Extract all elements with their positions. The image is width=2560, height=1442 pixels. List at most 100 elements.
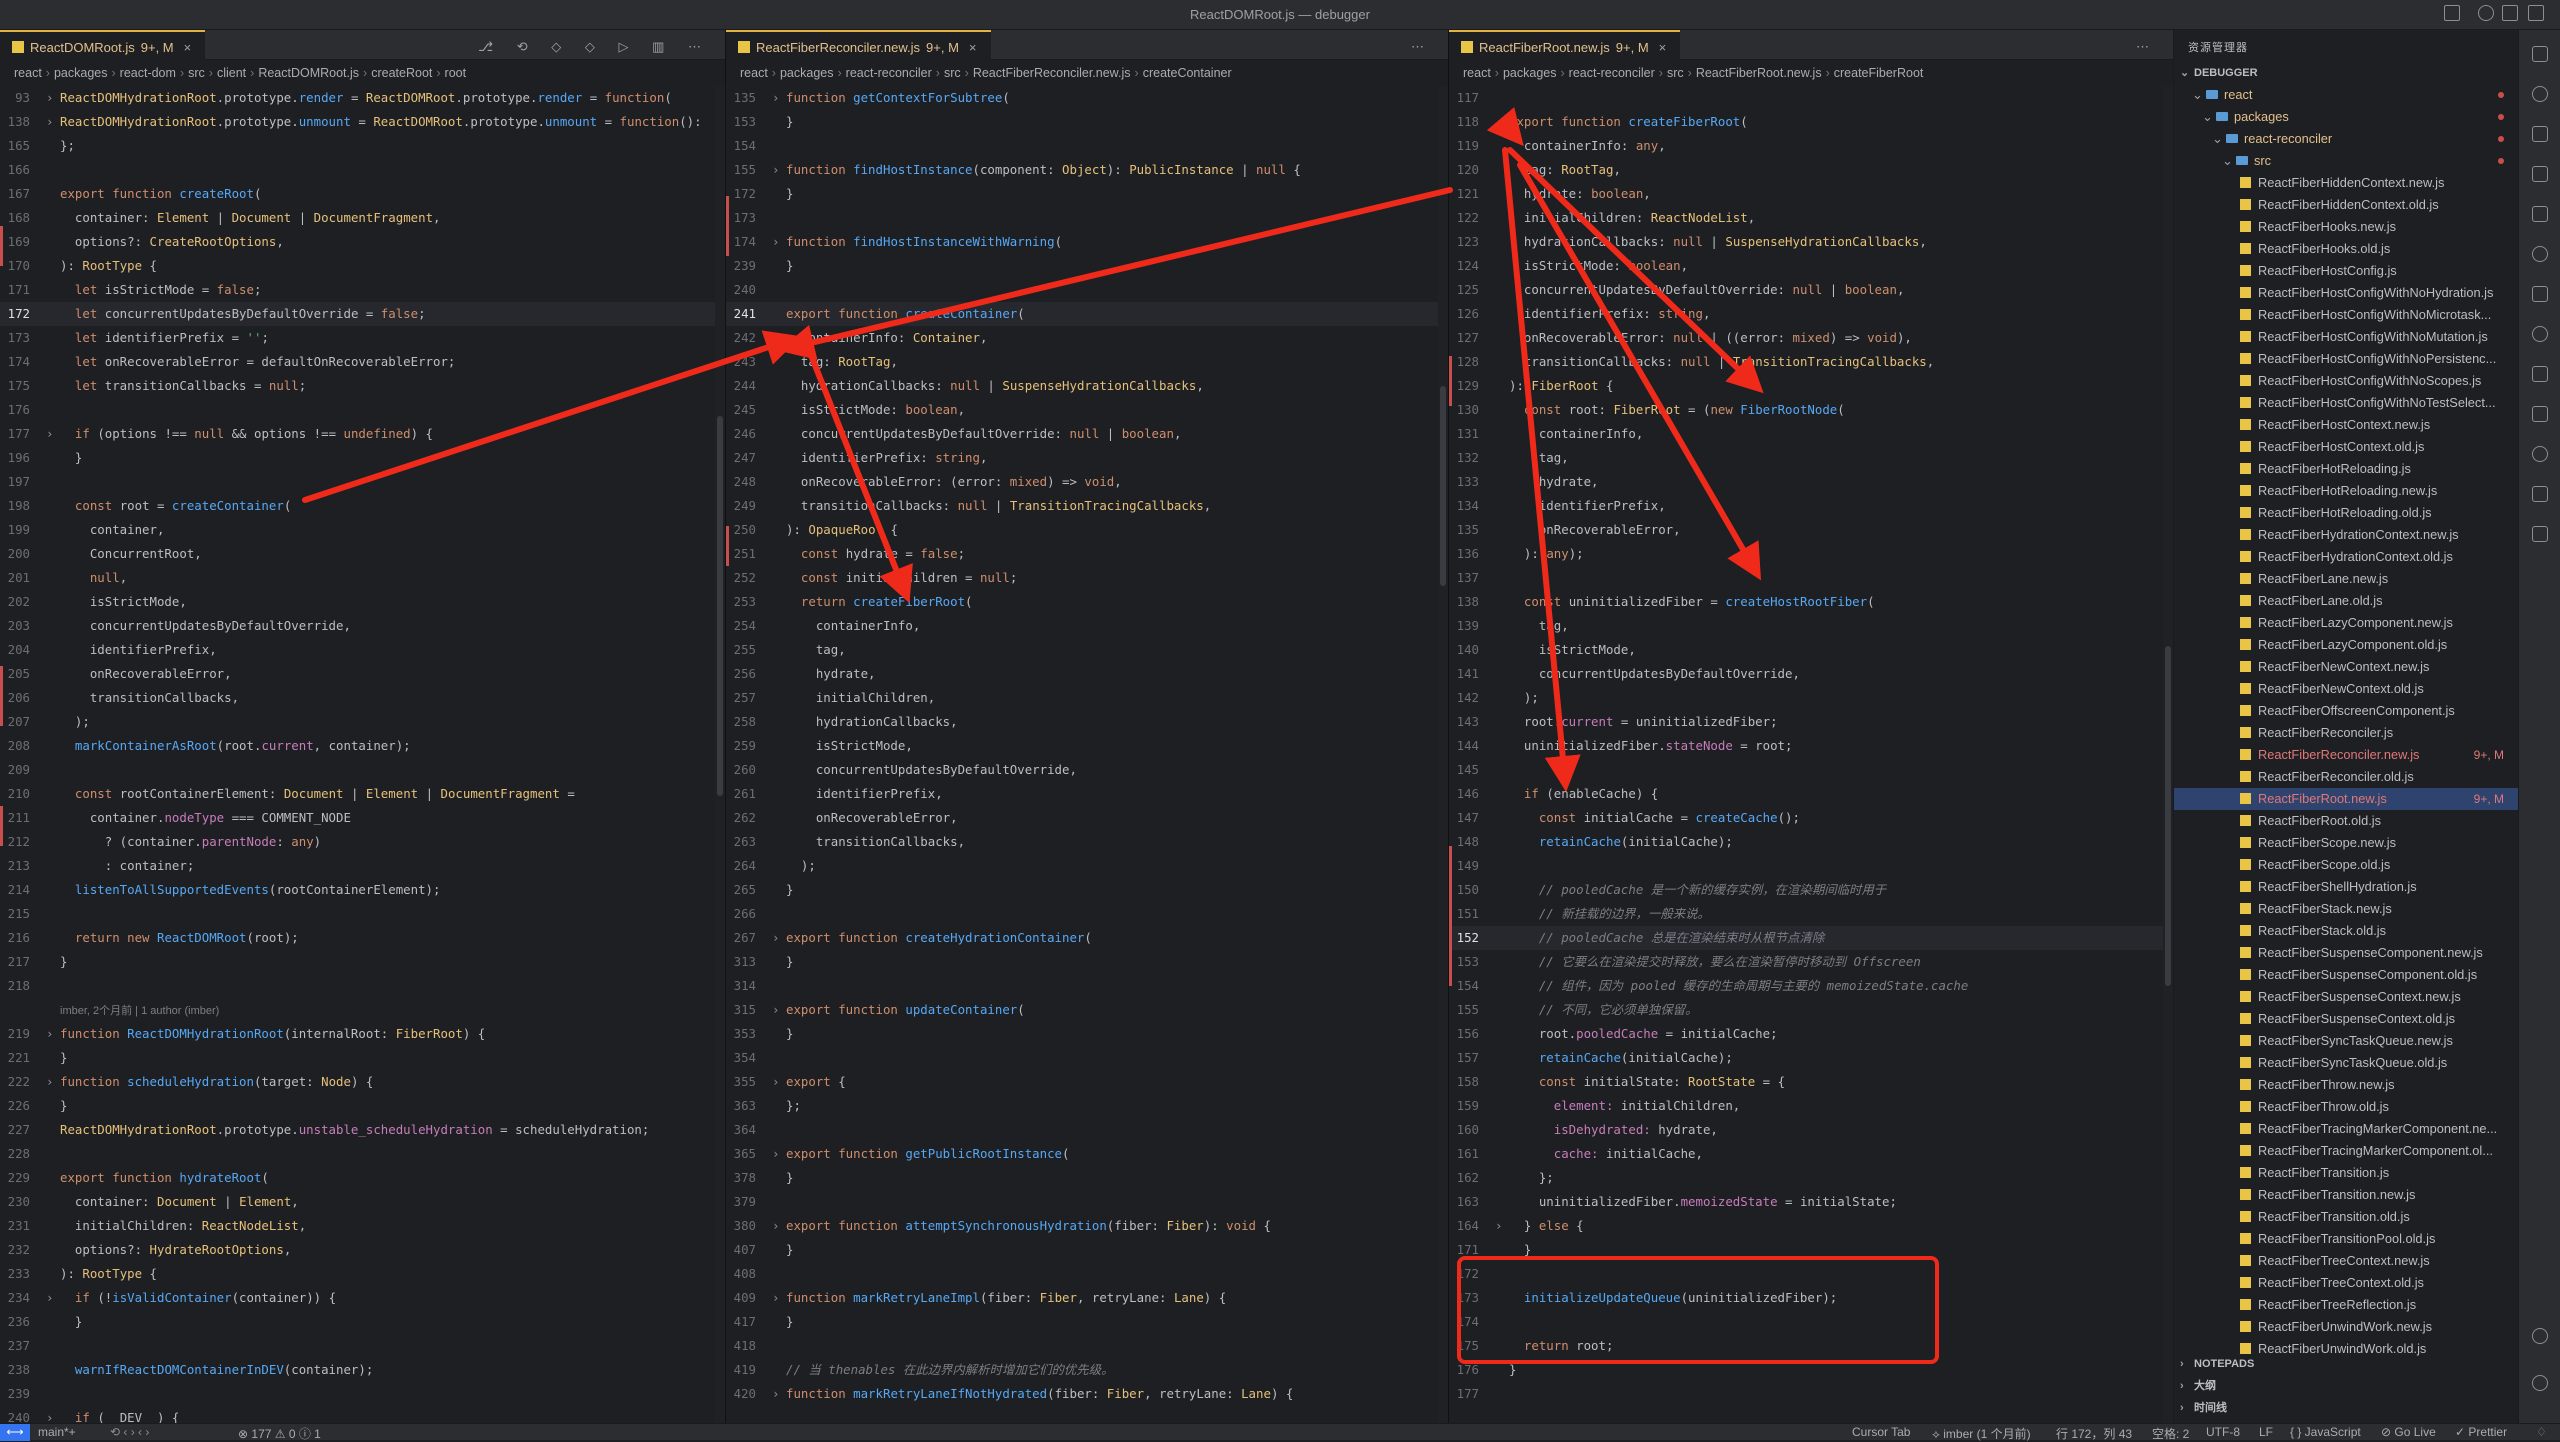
fold-chevron-icon[interactable]: › — [46, 1022, 60, 1046]
toggle-sidebar-icon[interactable] — [2502, 5, 2518, 21]
breadcrumb-item[interactable]: ReactDOMRoot.js — [258, 66, 359, 80]
cursor-tab-status[interactable]: Cursor Tab — [1852, 1425, 1910, 1439]
testing-icon[interactable] — [2532, 406, 2548, 422]
eol-status[interactable]: LF — [2259, 1425, 2273, 1439]
code-editor[interactable]: 93 › ReactDOMHydrationRoot.prototype.rende… — [0, 86, 725, 1423]
code-editor[interactable]: 135 › function getContextForSubtree(153} 15… — [726, 86, 1448, 1423]
tree-file[interactable]: ReactFiberLazyComponent.old.js — [2174, 634, 2518, 656]
tree-folder-src[interactable]: ⌄ src — [2174, 150, 2518, 172]
tree-file[interactable]: ReactFiberHostConfigWithNoTestSelect... — [2174, 392, 2518, 414]
editor-actions[interactable]: ⋯ — [2136, 39, 2159, 55]
tree-file[interactable]: ReactFiberSuspenseContext.new.js — [2174, 986, 2518, 1008]
fold-chevron-icon[interactable]: › — [772, 1286, 786, 1310]
close-icon[interactable]: × — [1659, 40, 1667, 55]
timeline-icon[interactable] — [2532, 326, 2548, 342]
tree-folder-react[interactable]: ⌄ react — [2174, 84, 2518, 106]
tree-file[interactable]: ReactFiberSuspenseComponent.new.js — [2174, 942, 2518, 964]
breadcrumb-item[interactable]: packages — [1503, 66, 1557, 80]
breadcrumb-item[interactable]: createFiberRoot — [1834, 66, 1924, 80]
breadcrumb-item[interactable]: react-reconciler — [846, 66, 932, 80]
tree-file[interactable]: ReactFiberHostConfigWithNoScopes.js — [2174, 370, 2518, 392]
vertical-scrollbar[interactable] — [2163, 86, 2173, 1423]
tree-file[interactable]: ReactFiberHiddenContext.new.js — [2174, 172, 2518, 194]
grid-icon[interactable] — [2532, 486, 2548, 502]
tree-file[interactable]: ReactFiberTreeContext.new.js — [2174, 1250, 2518, 1272]
breadcrumb-item[interactable]: src — [188, 66, 205, 80]
tree-file[interactable]: ReactFiberRoot.old.js — [2174, 810, 2518, 832]
tree-file[interactable]: ReactFiberHostConfigWithNoMicrotask... — [2174, 304, 2518, 326]
language-status[interactable]: { } JavaScript — [2290, 1425, 2361, 1439]
fold-chevron-icon[interactable]: › — [772, 1382, 786, 1406]
breadcrumb-item[interactable]: react-reconciler — [1569, 66, 1655, 80]
tree-file[interactable]: ReactFiberHostConfig.js — [2174, 260, 2518, 282]
account-icon[interactable] — [2532, 1328, 2548, 1344]
fold-chevron-icon[interactable]: › — [772, 230, 786, 254]
go-live-button[interactable]: ⊘ Go Live — [2381, 1425, 2436, 1439]
code-editor[interactable]: 117 118 export function createFiberRoot(11… — [1449, 86, 2173, 1423]
tree-file[interactable]: ReactFiberSuspenseContext.old.js — [2174, 1008, 2518, 1030]
breadcrumb-item[interactable]: src — [944, 66, 961, 80]
indentation-status[interactable]: 空格: 2 — [2152, 1425, 2189, 1442]
cursor-position[interactable]: 行 172，列 43 — [2056, 1425, 2132, 1442]
breadcrumb-item[interactable]: packages — [54, 66, 108, 80]
tree-file[interactable]: ReactFiberHostContext.old.js — [2174, 436, 2518, 458]
tree-folder-react-reconciler[interactable]: ⌄ react-reconciler — [2174, 128, 2518, 150]
remote-indicator[interactable]: ⟷ — [0, 1424, 30, 1441]
toggle-panel-icon[interactable] — [2444, 5, 2460, 21]
tree-file[interactable]: ReactFiberTransition.js — [2174, 1162, 2518, 1184]
problems-status[interactable]: ⊗ 177 ⚠ 0 ⓘ 1 — [238, 1425, 321, 1442]
extensions-icon[interactable] — [2532, 166, 2548, 182]
breadcrumb-item[interactable]: ReactFiberReconciler.new.js — [973, 66, 1131, 80]
tree-file[interactable]: ReactFiberStack.old.js — [2174, 920, 2518, 942]
editor-tab[interactable]: ReactDOMRoot.js 9+, M × — [0, 30, 206, 60]
editor-tab[interactable]: ReactFiberRoot.new.js 9+, M × — [1449, 30, 1681, 60]
tree-file[interactable]: ReactFiberOffscreenComponent.js — [2174, 700, 2518, 722]
fold-chevron-icon[interactable]: › — [772, 1070, 786, 1094]
layers-icon[interactable] — [2532, 286, 2548, 302]
gear-icon[interactable] — [2532, 1375, 2548, 1391]
tree-file[interactable]: ReactFiberRoot.new.js 9+, M — [2174, 788, 2518, 810]
tree-file[interactable]: ReactFiberHostConfigWithNoMutation.js — [2174, 326, 2518, 348]
tree-file[interactable]: ReactFiberHotReloading.old.js — [2174, 502, 2518, 524]
tree-file[interactable]: ReactFiberShellHydration.js — [2174, 876, 2518, 898]
vertical-scrollbar[interactable] — [1438, 86, 1448, 1423]
tree-file[interactable]: ReactFiberReconciler.js — [2174, 722, 2518, 744]
search-icon[interactable] — [2532, 86, 2548, 102]
layout-icon[interactable] — [2528, 5, 2544, 21]
tree-file[interactable]: ReactFiberThrow.old.js — [2174, 1096, 2518, 1118]
breadcrumb-item[interactable]: src — [1667, 66, 1684, 80]
tree-file[interactable]: ReactFiberReconciler.new.js 9+, M — [2174, 744, 2518, 766]
tree-file[interactable]: ReactFiberHostContext.new.js — [2174, 414, 2518, 436]
tree-file[interactable]: ReactFiberHostConfigWithNoPersistenc... — [2174, 348, 2518, 370]
tree-file[interactable]: ReactFiberHooks.new.js — [2174, 216, 2518, 238]
fold-chevron-icon[interactable]: › — [772, 1142, 786, 1166]
breadcrumb-item[interactable]: react — [740, 66, 768, 80]
breadcrumb-item[interactable]: client — [217, 66, 246, 80]
tree-file[interactable]: ReactFiberHooks.old.js — [2174, 238, 2518, 260]
explorer-section-debugger[interactable]: ⌄ DEBUGGER — [2174, 62, 2518, 84]
tree-file[interactable]: ReactFiberNewContext.old.js — [2174, 678, 2518, 700]
tree-file[interactable]: ReactFiberTracingMarkerComponent.ol... — [2174, 1140, 2518, 1162]
breadcrumb-item[interactable]: createContainer — [1143, 66, 1232, 80]
scrollbar-thumb[interactable] — [2165, 646, 2171, 986]
package-icon[interactable] — [2532, 526, 2548, 542]
tree-folder-packages[interactable]: ⌄ packages — [2174, 106, 2518, 128]
tree-file[interactable]: ReactFiberTransitionPool.old.js — [2174, 1228, 2518, 1250]
breadcrumb-item[interactable]: root — [445, 66, 467, 80]
fold-chevron-icon[interactable]: › — [772, 998, 786, 1022]
breadcrumb-item[interactable]: react — [14, 66, 42, 80]
sync-icon[interactable]: ⟲ ‹ › ‹ › — [110, 1425, 149, 1439]
tree-file[interactable]: ReactFiberSyncTaskQueue.new.js — [2174, 1030, 2518, 1052]
scrollbar-thumb[interactable] — [1440, 386, 1446, 586]
tree-file[interactable]: ReactFiberHotReloading.js — [2174, 458, 2518, 480]
breadcrumb-item[interactable]: packages — [780, 66, 834, 80]
fold-chevron-icon[interactable]: › — [46, 422, 60, 446]
tree-file[interactable]: ReactFiberNewContext.new.js — [2174, 656, 2518, 678]
tree-file[interactable]: ReactFiberTreeContext.old.js — [2174, 1272, 2518, 1294]
tree-file[interactable]: ReactFiberHotReloading.new.js — [2174, 480, 2518, 502]
tree-file[interactable]: ReactFiberTracingMarkerComponent.ne... — [2174, 1118, 2518, 1140]
tree-file[interactable]: ReactFiberHiddenContext.old.js — [2174, 194, 2518, 216]
scrollbar-thumb[interactable] — [717, 416, 723, 796]
fold-chevron-icon[interactable]: › — [46, 86, 60, 110]
explorer-section-collapsed[interactable]: › 大纲 — [2174, 1375, 2518, 1397]
